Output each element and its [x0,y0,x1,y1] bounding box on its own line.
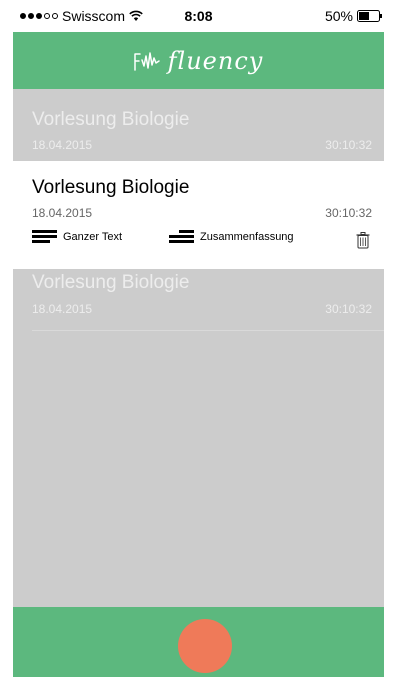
recordings-list: Vorlesung Biologie 18.04.2015 30:10:32 V… [13,89,384,607]
status-right: 50% [325,8,383,24]
app-title: fluency [167,46,264,75]
recording-duration: 30:10:32 [325,206,372,220]
recording-date: 18.04.2015 [32,138,93,152]
app-logo: fluency [13,32,384,89]
recording-title: Vorlesung Biologie [32,109,190,130]
record-button[interactable] [178,619,232,673]
recording-actions: Ganzer Text Zusammenfassung [13,230,384,254]
full-text-label: Ganzer Text [63,231,123,243]
battery-percentage: 50% [324,8,353,24]
summary-label: Zusammenfassung [200,231,294,243]
recording-date: 18.04.2015 [32,302,93,316]
waveform-icon [133,51,160,71]
recording-duration: 30:10:32 [325,302,372,316]
recording-title: Vorlesung Biologie [32,177,190,198]
trash-icon[interactable] [356,232,370,249]
recording-item[interactable]: Vorlesung Biologie 18.04.2015 30:10:32 [13,269,384,331]
status-bar: Swisscom 8:08 50% [0,0,397,32]
bottom-bar [13,607,384,677]
recording-item-selected[interactable]: Vorlesung Biologie 18.04.2015 30:10:32 G… [13,161,384,269]
list-divider [32,330,384,331]
full-text-button[interactable]: Ganzer Text [32,230,122,244]
full-text-icon [32,230,57,243]
app-header: fluency [13,32,384,89]
summary-button[interactable]: Zusammenfassung [169,230,294,244]
battery-icon [357,10,382,22]
recording-date: 18.04.2015 [32,206,93,220]
recording-title: Vorlesung Biologie [32,272,190,293]
app-screen: Swisscom 8:08 50% fluency Vorlesung Biol… [0,0,397,677]
recording-item[interactable]: Vorlesung Biologie 18.04.2015 30:10:32 [13,89,384,161]
recording-duration: 30:10:32 [325,138,372,152]
summary-icon [169,230,194,243]
